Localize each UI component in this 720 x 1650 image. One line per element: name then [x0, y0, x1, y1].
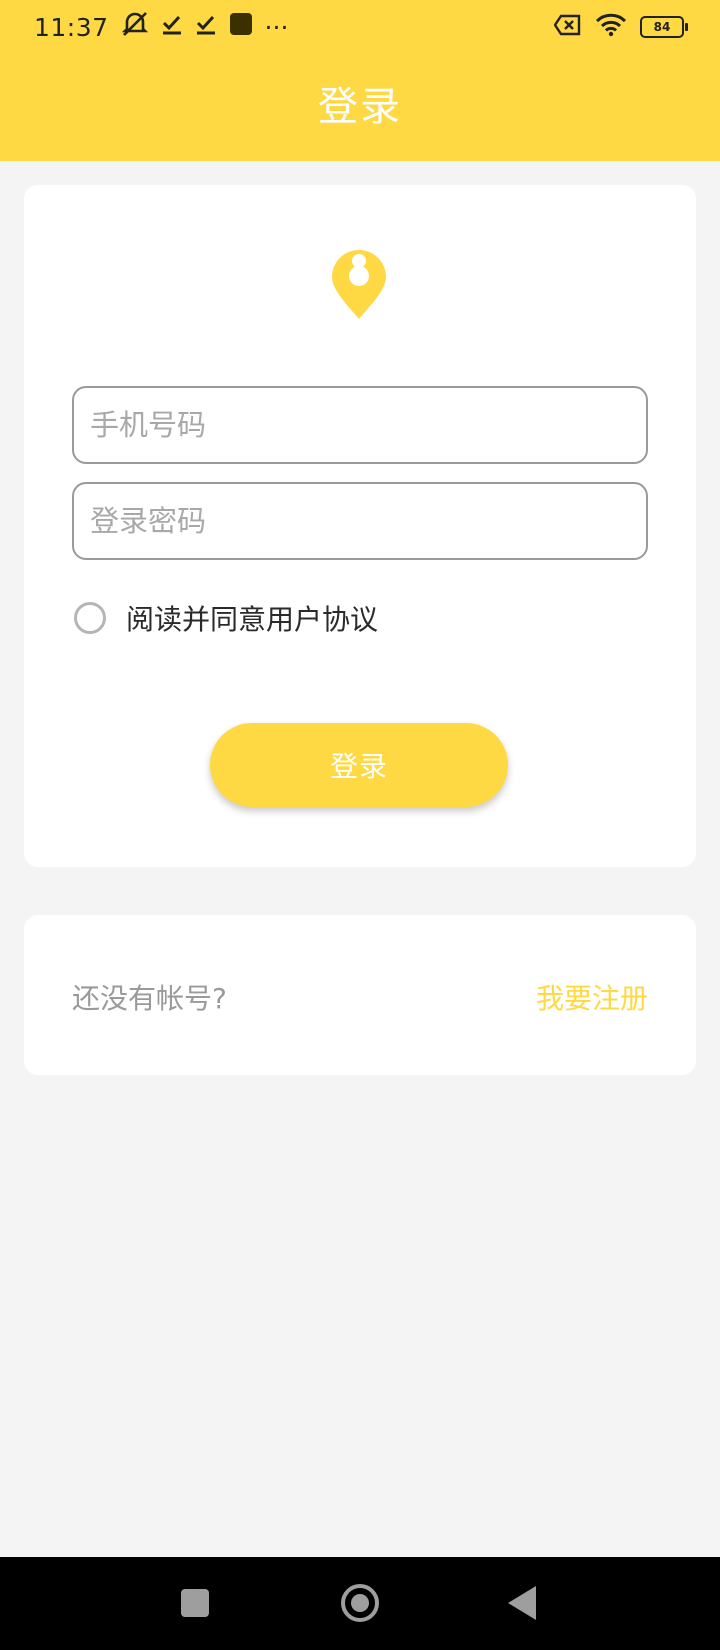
- system-nav-bar: [0, 1557, 720, 1650]
- agreement-radio[interactable]: [74, 602, 106, 634]
- map-pin-icon: [329, 249, 389, 321]
- status-left: 11:37 ···: [34, 11, 288, 43]
- status-time: 11:37: [34, 12, 109, 42]
- sim-error-icon: [553, 14, 582, 40]
- status-bar: 11:37 ··· 84: [0, 0, 720, 54]
- app-header: 11:37 ··· 84 登录: [0, 0, 720, 161]
- home-icon[interactable]: [341, 1584, 379, 1622]
- battery-icon: 84: [640, 16, 688, 38]
- back-icon[interactable]: [508, 1586, 536, 1620]
- check-icon: [161, 13, 183, 42]
- register-card: 还没有帐号? 我要注册: [24, 915, 696, 1075]
- no-account-prompt: 还没有帐号?: [72, 982, 227, 1015]
- check-icon: [195, 13, 217, 42]
- page-title: 登录: [318, 84, 402, 130]
- login-card: 阅读并同意用户协议 登录: [24, 185, 696, 867]
- phone-input[interactable]: [72, 386, 648, 464]
- agreement-row[interactable]: 阅读并同意用户协议: [72, 598, 378, 638]
- status-right: 84: [553, 13, 688, 41]
- password-input[interactable]: [72, 482, 648, 560]
- mute-icon: [121, 11, 149, 43]
- app-square-icon: [229, 12, 253, 42]
- agreement-label[interactable]: 阅读并同意用户协议: [126, 598, 378, 638]
- recent-apps-icon[interactable]: [181, 1589, 209, 1617]
- more-dots: ···: [264, 12, 289, 42]
- login-button[interactable]: 登录: [210, 723, 508, 807]
- register-link[interactable]: 我要注册: [536, 977, 648, 1017]
- wifi-icon: [595, 13, 627, 41]
